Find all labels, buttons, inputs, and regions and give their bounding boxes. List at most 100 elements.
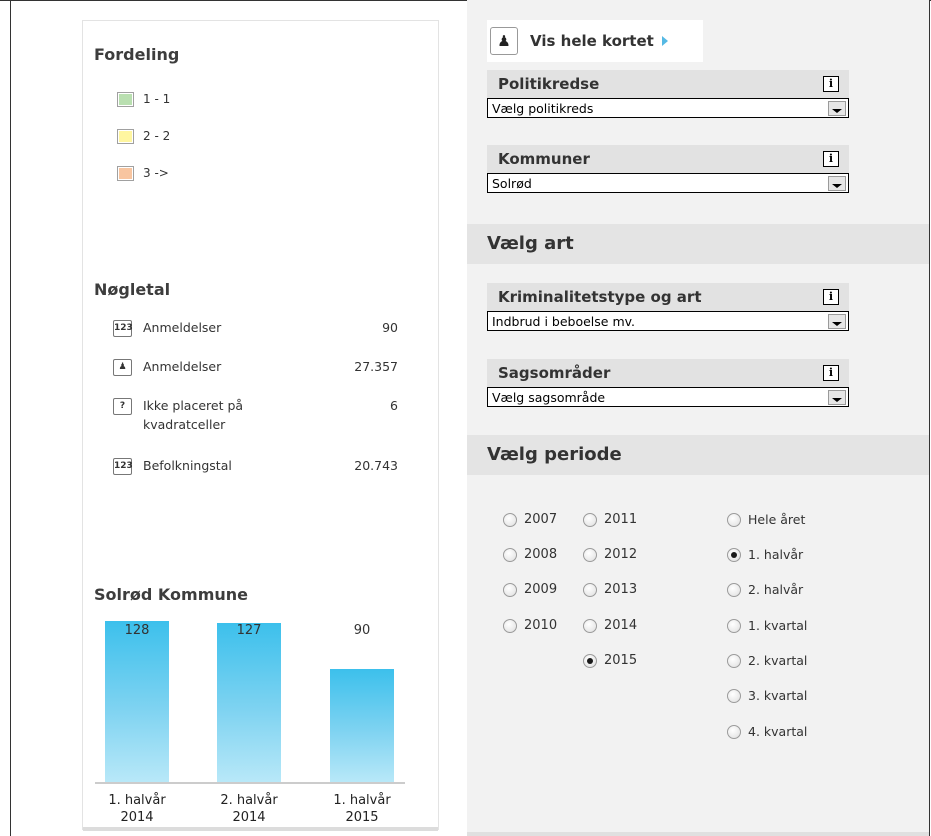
year-radio-2010[interactable]: 2010 bbox=[503, 618, 557, 633]
panel-bottom-edge bbox=[83, 827, 438, 831]
category-line: 2. halvår bbox=[220, 793, 278, 808]
filter-header: Politikredse i bbox=[487, 70, 849, 98]
info-icon[interactable]: i bbox=[823, 289, 839, 305]
chart-title: Solrød Kommune bbox=[94, 585, 248, 604]
window-left-border bbox=[10, 0, 11, 836]
constituency-filter: Politikredse i Vælg politikreds bbox=[487, 70, 849, 118]
radio-icon bbox=[583, 547, 597, 562]
radio-icon bbox=[503, 512, 517, 527]
123-icon: 123 bbox=[113, 458, 133, 475]
kpi-label: Befolkningstal bbox=[143, 458, 232, 473]
radio-icon bbox=[727, 547, 741, 562]
chevron-down-icon[interactable] bbox=[828, 175, 846, 191]
select-value: Vælg sagsområde bbox=[492, 389, 606, 405]
crime-type-select[interactable]: Indbrud i beboelse mv. bbox=[487, 311, 849, 331]
filter-title: Sagsområder bbox=[498, 364, 611, 382]
radio-label: 1. kvartal bbox=[748, 618, 808, 633]
kpi-value: 90 bbox=[382, 320, 398, 335]
statistics-panel: Fordeling 1 - 1 2 - 2 3 -> Nøgletal 123 … bbox=[82, 20, 439, 831]
select-value: Vælg politikreds bbox=[492, 100, 594, 116]
key-figures-title: Nøgletal bbox=[94, 280, 171, 299]
radio-icon bbox=[583, 512, 597, 527]
case-area-filter: Sagsområder i Vælg sagsområde bbox=[487, 359, 849, 407]
chevron-down-icon[interactable] bbox=[828, 389, 846, 405]
chart-bar bbox=[105, 621, 169, 782]
kpi-row: ? Ikke placeret på kvadratceller 6 bbox=[113, 398, 398, 434]
map-icon: ♟ bbox=[113, 359, 132, 376]
info-icon[interactable]: i bbox=[823, 151, 839, 167]
section-title: Vælg art bbox=[487, 233, 574, 254]
info-icon[interactable]: i bbox=[823, 365, 839, 381]
chart-bar bbox=[330, 669, 394, 782]
radio-icon bbox=[503, 618, 517, 633]
section-title: Vælg periode bbox=[487, 444, 622, 465]
filter-panel: ♟ Vis hele kortet Politikredse i Vælg po… bbox=[467, 0, 929, 836]
category-line: 2014 bbox=[232, 810, 266, 825]
kpi-row: ♟ Anmeldelser 27.357 bbox=[113, 359, 398, 376]
period-radio-full-year[interactable]: Hele året bbox=[727, 512, 805, 527]
period-radio-q1[interactable]: 1. kvartal bbox=[727, 618, 807, 633]
year-radio-2008[interactable]: 2008 bbox=[503, 547, 557, 562]
radio-icon bbox=[583, 618, 597, 633]
radio-icon bbox=[727, 582, 741, 597]
year-radio-2011[interactable]: 2011 bbox=[583, 512, 637, 527]
filter-header: Kriminalitetstype og art i bbox=[487, 283, 849, 311]
radio-label: 2010 bbox=[524, 618, 558, 633]
window-right-border bbox=[929, 0, 930, 836]
filter-title: Politikredse bbox=[498, 75, 600, 93]
period-radio-q4[interactable]: 4. kvartal bbox=[727, 724, 807, 739]
radio-icon bbox=[583, 653, 597, 668]
select-value: Solrød bbox=[492, 175, 532, 191]
year-radio-2007[interactable]: 2007 bbox=[503, 512, 557, 527]
radio-icon bbox=[503, 582, 517, 597]
kpi-row: 123 Befolkningstal 20.743 bbox=[113, 458, 398, 475]
year-radio-2013[interactable]: 2013 bbox=[583, 582, 637, 597]
show-full-map-link[interactable]: ♟ Vis hele kortet bbox=[487, 20, 703, 62]
bar-value-label: 128 bbox=[124, 623, 150, 638]
period-radio-h2[interactable]: 2. halvår bbox=[727, 582, 803, 597]
municipality-select[interactable]: Solrød bbox=[487, 173, 849, 193]
chevron-right-icon bbox=[661, 36, 668, 46]
radio-label: 2009 bbox=[524, 582, 558, 597]
period-radio-h1[interactable]: 1. halvår bbox=[727, 547, 803, 562]
legend-swatch-green bbox=[117, 91, 134, 107]
year-radio-2014[interactable]: 2014 bbox=[583, 618, 637, 633]
crime-type-filter: Kriminalitetstype og art i Indbrud i beb… bbox=[487, 283, 849, 331]
chevron-down-icon[interactable] bbox=[828, 100, 846, 116]
panel-bottom-edge bbox=[467, 832, 929, 836]
distribution-title: Fordeling bbox=[94, 45, 180, 64]
category-line: 1. halvår bbox=[108, 793, 166, 808]
choose-period-section: Vælg periode bbox=[467, 435, 929, 475]
kpi-value: 6 bbox=[390, 398, 398, 413]
period-radio-q3[interactable]: 3. kvartal bbox=[727, 688, 807, 703]
bar-category-label: 2. halvår 2014 bbox=[204, 792, 294, 826]
legend-item-2: 2 - 2 bbox=[117, 127, 170, 145]
period-radio-q2[interactable]: 2. kvartal bbox=[727, 653, 807, 668]
chevron-down-icon[interactable] bbox=[828, 313, 846, 329]
year-radio-2009[interactable]: 2009 bbox=[503, 582, 557, 597]
legend-label: 1 - 1 bbox=[143, 92, 171, 106]
category-line: 2015 bbox=[345, 810, 379, 825]
info-icon[interactable]: i bbox=[823, 76, 839, 92]
year-radio-2012[interactable]: 2012 bbox=[583, 547, 637, 562]
legend-item-3: 3 -> bbox=[117, 164, 169, 182]
legend-swatch-yellow bbox=[117, 128, 134, 144]
radio-label: 2013 bbox=[604, 582, 638, 597]
radio-label: 2014 bbox=[604, 618, 638, 633]
category-line: 2014 bbox=[120, 810, 154, 825]
case-area-select[interactable]: Vælg sagsområde bbox=[487, 387, 849, 407]
radio-icon bbox=[727, 618, 741, 633]
radio-icon bbox=[503, 547, 517, 562]
radio-icon bbox=[727, 653, 741, 668]
bar-value-label: 127 bbox=[236, 623, 262, 638]
radio-label: 2012 bbox=[604, 547, 638, 562]
bar-category-label: 1. halvår 2014 bbox=[92, 792, 182, 826]
filter-header: Sagsområder i bbox=[487, 359, 849, 387]
year-radio-2015[interactable]: 2015 bbox=[583, 653, 637, 668]
radio-icon bbox=[727, 688, 741, 703]
legend-item-1: 1 - 1 bbox=[117, 90, 170, 108]
constituency-select[interactable]: Vælg politikreds bbox=[487, 98, 849, 118]
map-icon: ♟ bbox=[490, 27, 518, 55]
bar-value-label: 90 bbox=[353, 623, 371, 638]
filter-title: Kriminalitetstype og art bbox=[498, 288, 702, 306]
